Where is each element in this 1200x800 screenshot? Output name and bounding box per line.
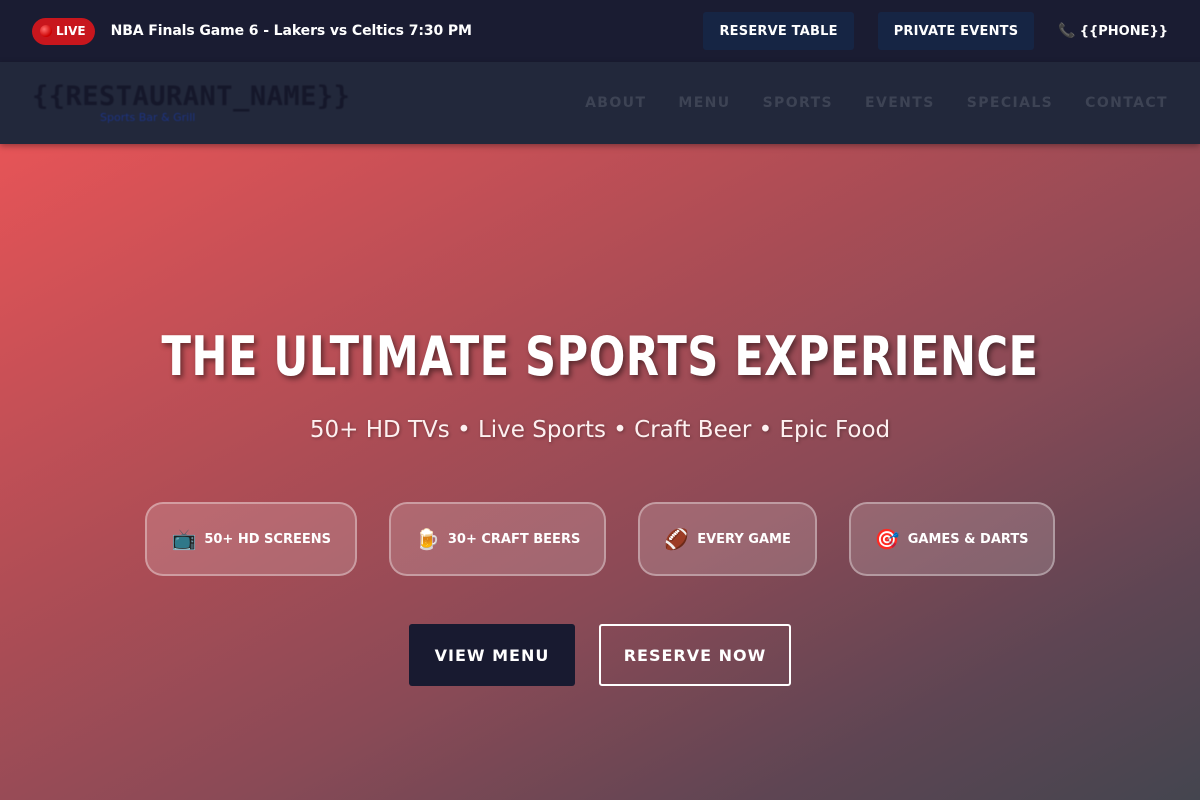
reserve-table-button[interactable]: RESERVE TABLE	[703, 12, 854, 50]
feature-games-darts: 🎯 GAMES & DARTS	[848, 502, 1055, 576]
live-label: LIVE	[56, 24, 86, 38]
feature-label: 50+ HD SCREENS	[204, 531, 331, 547]
phone-link[interactable]: 📞 {{PHONE}}	[1058, 23, 1168, 39]
top-bar: LIVE NBA Finals Game 6 - Lakers vs Celti…	[0, 0, 1200, 62]
hero-section: THE ULTIMATE SPORTS EXPERIENCE 50+ HD TV…	[0, 144, 1200, 800]
nav-link-contact[interactable]: CONTACT	[1085, 95, 1168, 111]
reserve-now-button[interactable]: RESERVE NOW	[599, 624, 791, 686]
nav-link-sports[interactable]: SPORTS	[763, 95, 833, 111]
feature-hd-screens: 📺 50+ HD SCREENS	[145, 502, 357, 576]
dart-icon: 🎯	[874, 527, 900, 551]
feature-craft-beers: 🍺 30+ CRAFT BEERS	[388, 502, 607, 576]
live-game-ticker: NBA Finals Game 6 - Lakers vs Celtics 7:…	[110, 23, 472, 39]
tv-icon: 📺	[171, 527, 197, 551]
nav-link-menu[interactable]: MENU	[678, 95, 730, 111]
feature-label: GAMES & DARTS	[907, 531, 1029, 547]
phone-number: {{PHONE}}	[1079, 23, 1168, 39]
hero-title: THE ULTIMATE SPORTS EXPERIENCE	[161, 325, 1039, 388]
beer-icon: 🍺	[414, 527, 440, 551]
top-actions: RESERVE TABLE PRIVATE EVENTS 📞 {{PHONE}}	[703, 12, 1168, 50]
hero-cta-group: VIEW MENU RESERVE NOW	[0, 624, 1200, 686]
feature-every-game: 🏈 EVERY GAME	[638, 502, 817, 576]
feature-list: 📺 50+ HD SCREENS 🍺 30+ CRAFT BEERS 🏈 EVE…	[0, 502, 1200, 576]
view-menu-button[interactable]: VIEW MENU	[409, 624, 575, 686]
nav-link-specials[interactable]: SPECIALS	[967, 95, 1053, 111]
nav-link-about[interactable]: ABOUT	[585, 95, 646, 111]
logo-name: {{RESTAURANT_NAME}}	[32, 80, 351, 112]
hero-subtitle: 50+ HD TVs • Live Sports • Craft Beer • …	[309, 417, 891, 443]
feature-label: 30+ CRAFT BEERS	[447, 531, 581, 547]
private-events-button[interactable]: PRIVATE EVENTS	[877, 12, 1035, 50]
feature-label: EVERY GAME	[697, 531, 791, 547]
phone-icon: 📞	[1058, 23, 1076, 39]
live-badge: LIVE	[32, 17, 95, 45]
logo-tagline: Sports Bar & Grill	[100, 110, 196, 124]
football-icon: 🏈	[664, 527, 690, 551]
logo[interactable]: {{RESTAURANT_NAME}} Sports Bar & Grill	[32, 80, 351, 124]
nav-link-events[interactable]: EVENTS	[865, 95, 935, 111]
live-dot-icon	[40, 25, 52, 37]
main-nav: {{RESTAURANT_NAME}} Sports Bar & Grill A…	[0, 62, 1200, 144]
nav-links: ABOUT MENU SPORTS EVENTS SPECIALS CONTAC…	[585, 95, 1168, 111]
